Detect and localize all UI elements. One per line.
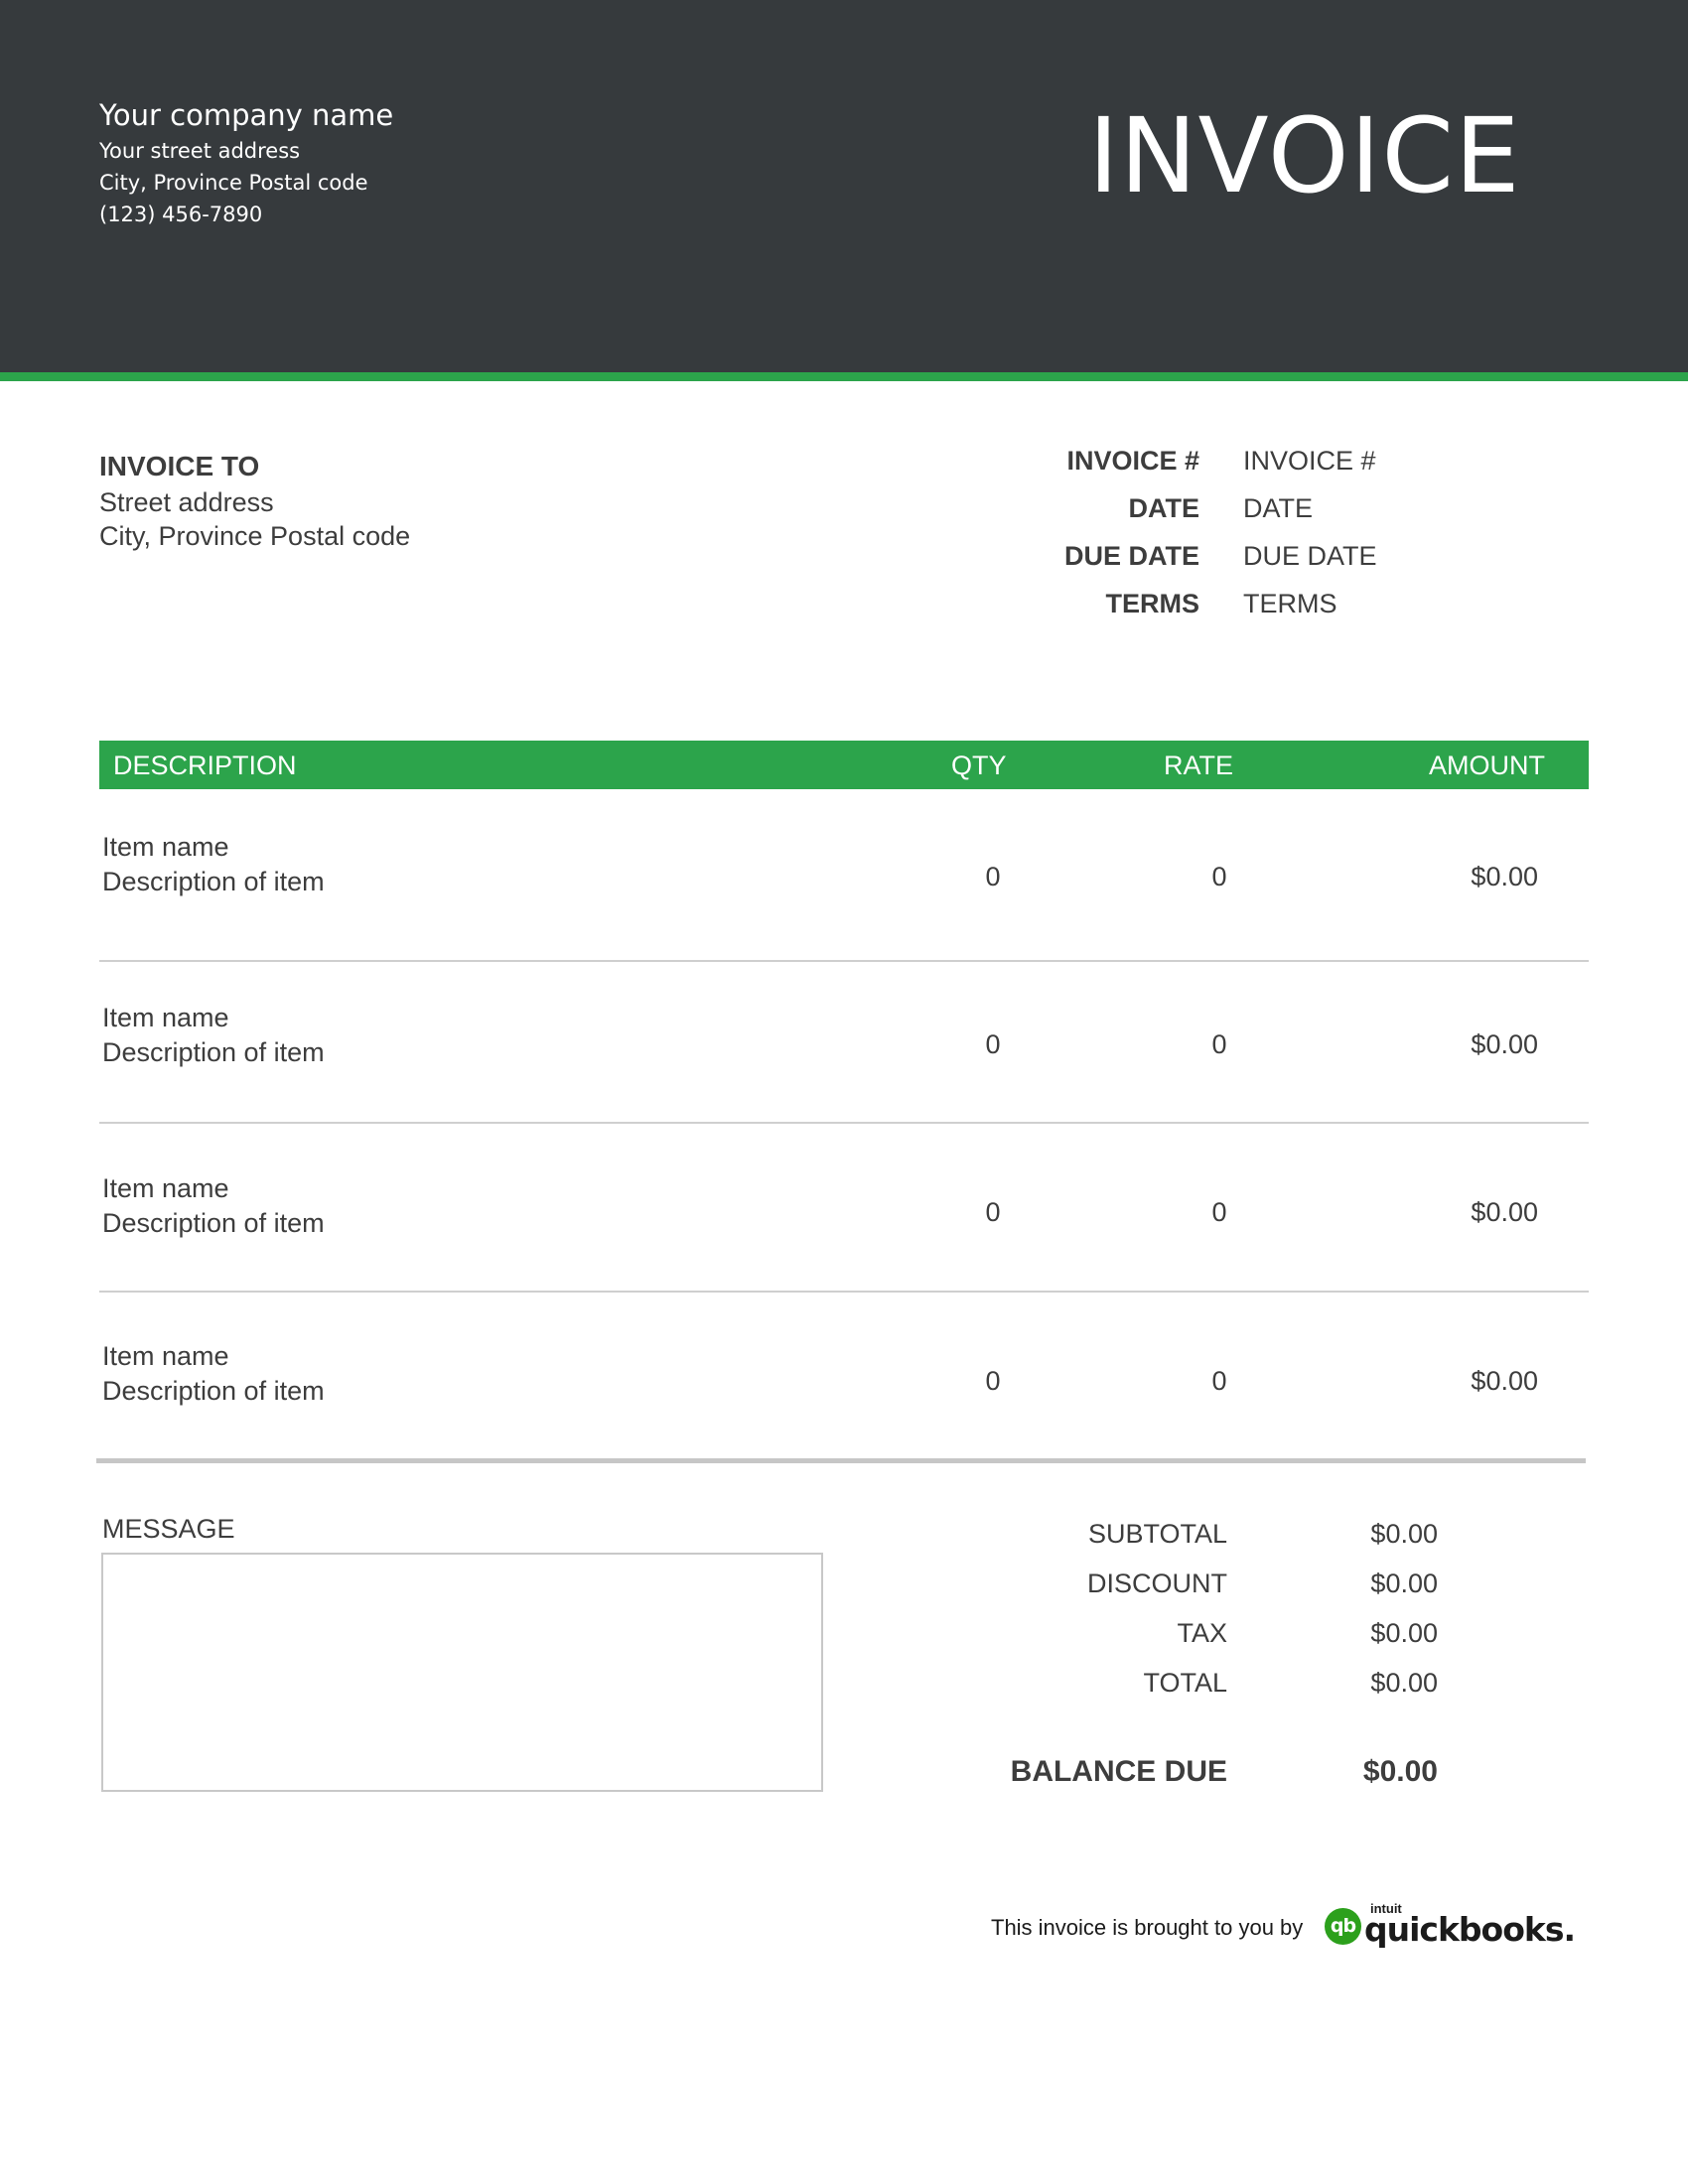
total-row: TOTAL $0.00 (894, 1665, 1539, 1714)
item-cell[interactable]: Item name Description of item (102, 1339, 325, 1409)
company-info: Your company name Your street address Ci… (99, 95, 393, 230)
column-header-qty: QTY (951, 751, 1007, 780)
footer-text: This invoice is brought to you by (991, 1915, 1304, 1940)
footer: This invoice is brought to you by qb int… (991, 1898, 1576, 1958)
items-table-header: DESCRIPTION QTY RATE AMOUNT (99, 741, 1589, 789)
item-name: Item name (102, 1003, 229, 1032)
table-row: Item name Description of item 0 0 $0.00 (99, 794, 1589, 962)
company-phone: (123) 456-7890 (99, 203, 263, 226)
bill-to-heading: INVOICE TO (99, 451, 260, 481)
terms-field[interactable]: TERMS (1243, 586, 1337, 621)
company-city: City, Province Postal code (99, 171, 368, 195)
message-label: MESSAGE (102, 1514, 235, 1544)
meta-row-terms: TERMS TERMS (993, 586, 1549, 633)
bill-to-street: Street address (99, 487, 274, 517)
item-cell[interactable]: Item name Description of item (102, 830, 325, 899)
invoice-header: Your company name Your street address Ci… (0, 0, 1688, 372)
company-street: Your street address (99, 139, 301, 163)
header-accent-rule (0, 372, 1688, 381)
item-name: Item name (102, 1173, 229, 1203)
item-qty[interactable]: 0 (894, 1027, 1092, 1062)
column-header-amount: AMOUNT (1429, 751, 1545, 780)
meta-row-due-date: DUE DATE DUE DATE (993, 538, 1549, 586)
invoice-title: INVOICE (1088, 95, 1521, 216)
total-label: TOTAL (1143, 1668, 1227, 1698)
item-rate[interactable]: 0 (1120, 1027, 1319, 1062)
meta-label: DUE DATE (1063, 541, 1199, 571)
tax-label: TAX (1177, 1618, 1227, 1648)
item-cell[interactable]: Item name Description of item (102, 1171, 325, 1241)
meta-label: TERMS (1105, 589, 1200, 618)
discount-row: DISCOUNT $0.00 (894, 1566, 1539, 1615)
item-amount: $0.00 (1471, 1029, 1538, 1059)
item-name: Item name (102, 1341, 229, 1371)
tax-row: TAX $0.00 (894, 1615, 1539, 1665)
balance-due-label: BALANCE DUE (1010, 1755, 1227, 1788)
item-rate[interactable]: 0 (1120, 1364, 1319, 1399)
item-rate[interactable]: 0 (1120, 1195, 1319, 1230)
bill-to-block: INVOICE TO Street address City, Province… (99, 448, 410, 553)
item-cell[interactable]: Item name Description of item (102, 1001, 325, 1070)
table-row: Item name Description of item 0 0 $0.00 (99, 1126, 1589, 1293)
table-bottom-rule (96, 1458, 1586, 1463)
meta-row-invoice-number: INVOICE # INVOICE # (993, 443, 1549, 490)
item-description: Description of item (102, 1208, 325, 1238)
item-qty[interactable]: 0 (894, 1364, 1092, 1399)
meta-label: INVOICE # (1066, 446, 1199, 476)
invoice-number-field[interactable]: INVOICE # (1243, 443, 1376, 478)
item-name: Item name (102, 832, 229, 862)
subtotal-label: SUBTOTAL (1087, 1519, 1227, 1549)
meta-row-date: DATE DATE (993, 490, 1549, 538)
quickbooks-wordmark: quickbooks. (1364, 1910, 1576, 1949)
column-header-rate: RATE (1164, 751, 1234, 780)
date-field[interactable]: DATE (1243, 490, 1313, 526)
message-field[interactable] (101, 1553, 823, 1792)
totals-block: SUBTOTAL $0.00 DISCOUNT $0.00 TAX $0.00 … (894, 1516, 1539, 1714)
meta-label: DATE (1128, 493, 1200, 523)
invoice-meta: INVOICE # INVOICE # DATE DATE DUE DATE D… (993, 443, 1549, 633)
subtotal-row: SUBTOTAL $0.00 (894, 1516, 1539, 1566)
item-description: Description of item (102, 1037, 325, 1067)
discount-value[interactable]: $0.00 (1370, 1566, 1438, 1601)
item-amount: $0.00 (1471, 1197, 1538, 1227)
table-row: Item name Description of item 0 0 $0.00 (99, 1295, 1589, 1457)
total-value: $0.00 (1370, 1668, 1438, 1698)
item-amount: $0.00 (1471, 1366, 1538, 1396)
column-header-description: DESCRIPTION (113, 751, 297, 780)
bill-to-city: City, Province Postal code (99, 521, 411, 551)
subtotal-value: $0.00 (1370, 1519, 1438, 1549)
item-rate[interactable]: 0 (1120, 860, 1319, 894)
quickbooks-logo-icon: qb (1325, 1908, 1361, 1945)
company-name: Your company name (99, 98, 394, 132)
item-amount: $0.00 (1471, 862, 1538, 891)
balance-due-value: $0.00 (1362, 1755, 1438, 1788)
table-row: Item name Description of item 0 0 $0.00 (99, 964, 1589, 1124)
tax-value[interactable]: $0.00 (1370, 1615, 1438, 1651)
item-qty[interactable]: 0 (894, 1195, 1092, 1230)
due-date-field[interactable]: DUE DATE (1243, 538, 1377, 574)
discount-label: DISCOUNT (1087, 1569, 1227, 1598)
balance-due-row: BALANCE DUE $0.00 (894, 1754, 1539, 1794)
item-description: Description of item (102, 1376, 325, 1406)
item-qty[interactable]: 0 (894, 860, 1092, 894)
item-description: Description of item (102, 867, 325, 896)
